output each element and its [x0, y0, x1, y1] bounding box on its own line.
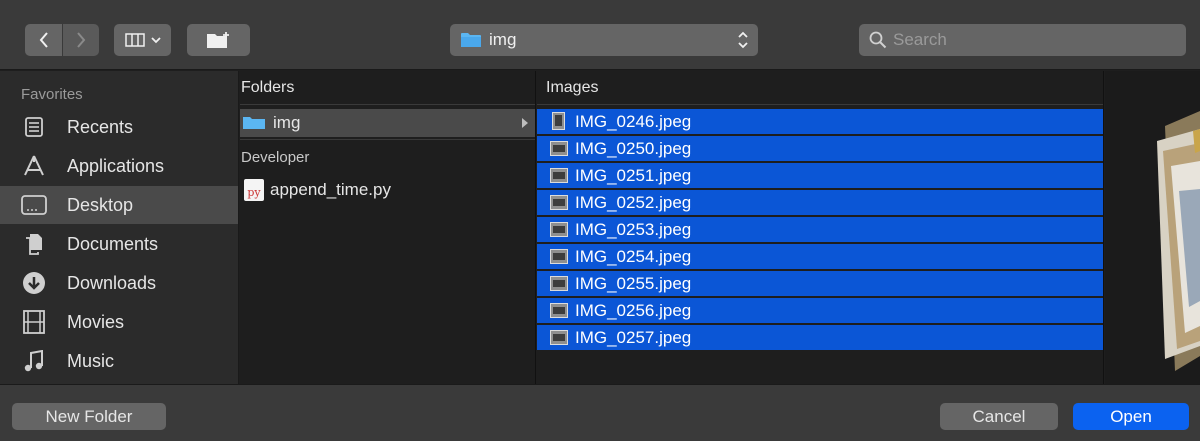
file-name: IMG_0250.jpeg — [575, 138, 692, 158]
folder-name: img — [273, 113, 301, 132]
chevron-left-icon — [39, 32, 48, 48]
sidebar-item-label: Recents — [67, 116, 134, 137]
list-item[interactable]: IMG_0250.jpeg — [537, 136, 1103, 161]
sidebar-item-label: Documents — [67, 233, 159, 254]
list-item[interactable]: IMG_0251.jpeg — [537, 163, 1103, 188]
list-item[interactable]: IMG_0256.jpeg — [537, 298, 1103, 323]
sidebar-item-desktop[interactable]: Desktop — [0, 186, 238, 224]
search-icon — [869, 31, 887, 49]
list-item[interactable]: IMG_0254.jpeg — [537, 244, 1103, 269]
images-column-header: Images — [537, 71, 1103, 105]
image-thumbnail-icon — [550, 276, 568, 291]
sidebar-item-label: Downloads — [67, 272, 157, 293]
toolbar-new-folder-button[interactable] — [187, 24, 250, 56]
folders-column-header: Folders — [240, 71, 535, 105]
image-thumbnail-icon — [550, 222, 568, 237]
folder-icon — [461, 33, 481, 47]
search-field[interactable] — [859, 24, 1186, 56]
sidebar-item-downloads[interactable]: Downloads — [0, 264, 238, 302]
folder-icon — [243, 117, 265, 129]
preview-pane — [1105, 71, 1200, 384]
footer: New Folder Cancel Open — [0, 384, 1200, 441]
column-view-icon — [124, 33, 145, 47]
file-name: IMG_0253.jpeg — [575, 219, 692, 239]
sidebar-heading: Favorites — [21, 86, 83, 103]
toolbar: img — [0, 0, 1200, 70]
new-folder-button[interactable]: New Folder — [12, 403, 166, 430]
sidebar-item-label: Desktop — [67, 194, 134, 215]
documents-icon — [20, 230, 48, 258]
image-thumbnail-icon — [550, 141, 568, 156]
path-label: img — [489, 30, 517, 49]
downloads-icon — [20, 269, 48, 297]
chevron-right-icon — [77, 32, 86, 48]
sidebar-item-applications[interactable]: Applications — [0, 147, 238, 185]
music-icon — [20, 347, 48, 375]
folder-row-img[interactable]: img — [240, 109, 535, 137]
folders-column: Folders img Developer py append_time.py — [240, 71, 536, 384]
new-folder-icon — [206, 32, 229, 48]
file-row[interactable]: py append_time.py — [240, 177, 535, 203]
sidebar-item-label: Music — [67, 350, 115, 371]
group-label: Developer — [241, 149, 310, 166]
image-thumbnail-icon — [552, 112, 565, 130]
file-name: append_time.py — [270, 180, 391, 199]
list-item[interactable]: IMG_0255.jpeg — [537, 271, 1103, 296]
recents-icon — [20, 113, 48, 141]
sidebar-item-label: Movies — [67, 311, 125, 332]
python-file-icon: py — [244, 179, 264, 201]
sidebar-item-label: Applications — [67, 155, 165, 176]
desktop-icon — [20, 191, 48, 219]
file-name: IMG_0246.jpeg — [575, 111, 692, 131]
path-popup[interactable]: img — [450, 24, 758, 56]
applications-icon — [20, 152, 48, 180]
image-thumbnail-icon — [550, 168, 568, 183]
image-stack-preview — [1157, 111, 1200, 371]
open-button[interactable]: Open — [1073, 403, 1189, 430]
sidebar-item-documents[interactable]: Documents — [0, 225, 238, 263]
sidebar: Favorites Recents Applications Desktop D… — [0, 71, 239, 384]
image-thumbnail-icon — [550, 303, 568, 318]
disclosure-arrow-icon — [522, 118, 528, 128]
movies-icon — [20, 308, 48, 336]
sidebar-item-recents[interactable]: Recents — [0, 108, 238, 146]
list-item[interactable]: IMG_0253.jpeg — [537, 217, 1103, 242]
image-thumbnail-icon — [550, 195, 568, 210]
view-mode-button[interactable] — [114, 24, 171, 56]
file-name: IMG_0257.jpeg — [575, 327, 692, 347]
navigation-buttons — [25, 24, 99, 56]
list-item[interactable]: IMG_0246.jpeg — [537, 109, 1103, 134]
file-name: IMG_0255.jpeg — [575, 273, 692, 293]
forward-button[interactable] — [62, 24, 99, 56]
images-column: Images IMG_0246.jpeg IMG_0250.jpeg IMG_0… — [537, 71, 1104, 384]
image-thumbnail-icon — [550, 330, 568, 345]
chevron-down-icon — [150, 37, 161, 44]
file-name: IMG_0254.jpeg — [575, 246, 692, 266]
file-name: IMG_0251.jpeg — [575, 165, 692, 185]
list-item[interactable]: IMG_0257.jpeg — [537, 325, 1103, 350]
up-down-arrows-icon — [738, 31, 748, 49]
cancel-button[interactable]: Cancel — [940, 403, 1058, 430]
search-input[interactable] — [893, 30, 1173, 50]
list-item[interactable]: IMG_0252.jpeg — [537, 190, 1103, 215]
divider — [240, 139, 535, 140]
sidebar-item-movies[interactable]: Movies — [0, 303, 238, 341]
file-name: IMG_0252.jpeg — [575, 192, 692, 212]
sidebar-item-music[interactable]: Music — [0, 342, 238, 380]
file-name: IMG_0256.jpeg — [575, 300, 692, 320]
back-button[interactable] — [25, 24, 62, 56]
image-thumbnail-icon — [550, 249, 568, 264]
